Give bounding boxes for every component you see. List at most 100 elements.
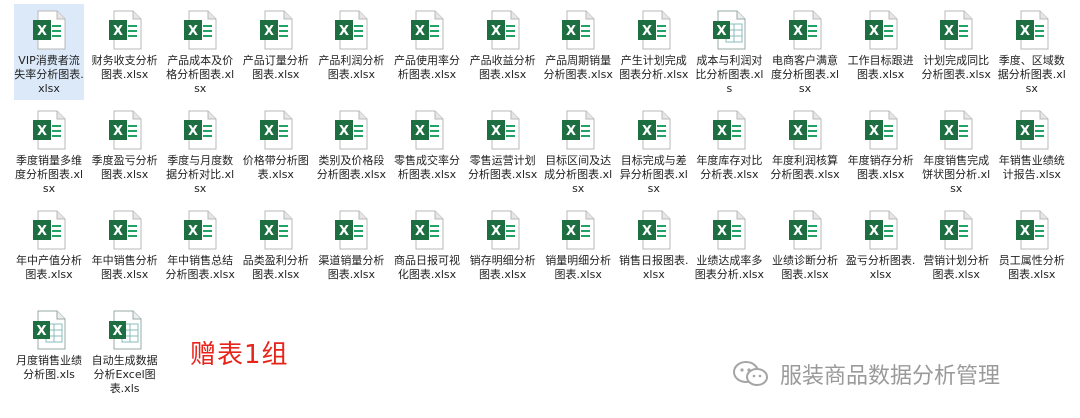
file-item[interactable]: X 零售成交率分析图表.xlsx bbox=[392, 104, 462, 200]
watermark: 服装商品数据分析管理 bbox=[732, 358, 1000, 390]
file-item[interactable]: X 商品日报可视化图表.xlsx bbox=[392, 204, 462, 300]
file-item[interactable]: X 年销售业绩统计报告.xlsx bbox=[997, 104, 1067, 200]
excel-file-icon: X bbox=[712, 210, 746, 250]
file-item[interactable]: X 品类盈利分析图表.xlsx bbox=[241, 204, 311, 300]
file-item[interactable]: X 年度销存分析图表.xlsx bbox=[846, 104, 916, 200]
file-item[interactable]: X 计划完成同比分析图表.xlsx bbox=[921, 4, 991, 100]
file-item[interactable]: X 年中产值分析图表.xlsx bbox=[14, 204, 84, 300]
file-item[interactable]: X 年中销售分析图表.xlsx bbox=[90, 204, 160, 300]
svg-text:X: X bbox=[793, 224, 803, 239]
file-item[interactable]: X 自动生成数据分析Excel图表.xls bbox=[90, 304, 160, 400]
file-name: 年中产值分析图表.xlsx bbox=[16, 254, 82, 281]
excel-file-icon: X bbox=[32, 10, 66, 50]
file-item[interactable]: X 业绩诊断分析图表.xlsx bbox=[770, 204, 840, 300]
file-item[interactable]: X 产品订量分析图表.xlsx bbox=[241, 4, 311, 100]
file-name: 季度盈亏分析图表.xlsx bbox=[91, 154, 158, 181]
excel-file-icon: X bbox=[259, 210, 293, 250]
file-name: 业绩达成率多图表分析.xlsx bbox=[694, 254, 765, 281]
svg-text:X: X bbox=[188, 124, 198, 139]
file-item[interactable]: X 季度与月度数据分析对比.xlsx bbox=[165, 104, 235, 200]
svg-text:X: X bbox=[1020, 24, 1030, 39]
file-item[interactable]: X 年中销售总结分析图表.xlsx bbox=[165, 204, 235, 300]
excel-file-icon: X bbox=[1015, 10, 1049, 50]
file-item[interactable]: X 季度销量多维度分析图表.xlsx bbox=[14, 104, 84, 200]
file-item[interactable]: X 产品使用率分析图表.xlsx bbox=[392, 4, 462, 100]
file-name: 年度利润核算分析图表.xlsx bbox=[770, 154, 840, 181]
file-item[interactable]: X 员工属性分析图表.xlsx bbox=[997, 204, 1067, 300]
svg-text:X: X bbox=[112, 324, 122, 339]
file-item[interactable]: X 月度销售业绩分析图.xls bbox=[14, 304, 84, 400]
file-name: 产品使用率分析图表.xlsx bbox=[394, 54, 460, 81]
svg-text:X: X bbox=[944, 24, 954, 39]
excel-file-icon: X bbox=[183, 210, 217, 250]
file-item[interactable]: X 年度库存对比分析表.xlsx bbox=[694, 104, 764, 200]
svg-text:X: X bbox=[339, 224, 349, 239]
file-item[interactable]: X 营销计划分析图表.xlsx bbox=[921, 204, 991, 300]
excel-file-icon: X bbox=[864, 210, 898, 250]
excel-file-icon: X bbox=[259, 110, 293, 150]
file-item[interactable]: X 销售日报图表.xlsx bbox=[619, 204, 689, 300]
svg-text:X: X bbox=[642, 124, 652, 139]
file-name: 财务收支分析图表.xlsx bbox=[91, 54, 158, 81]
file-item[interactable]: X 产品周期销量分析图表.xlsx bbox=[543, 4, 613, 100]
file-item[interactable]: X 业绩达成率多图表分析.xlsx bbox=[694, 204, 764, 300]
file-item[interactable]: X 渠道销量分析图表.xlsx bbox=[316, 204, 386, 300]
file-item[interactable]: X 电商客户满意度分析图表.xlsx bbox=[770, 4, 840, 100]
file-item[interactable]: X 销存明细分析图表.xlsx bbox=[468, 204, 538, 300]
excel-file-icon: X bbox=[410, 10, 444, 50]
svg-text:X: X bbox=[188, 24, 198, 39]
file-name: 年中销售分析图表.xlsx bbox=[91, 254, 158, 281]
svg-text:X: X bbox=[264, 24, 274, 39]
file-item[interactable]: X 产品成本及价格分析图表.xlsx bbox=[165, 4, 235, 100]
excel-file-icon: X bbox=[334, 210, 368, 250]
file-name: 月度销售业绩分析图.xls bbox=[16, 354, 82, 381]
file-name: 销售日报图表.xlsx bbox=[619, 254, 689, 281]
excel-file-icon: X bbox=[637, 210, 671, 250]
file-name: 年中销售总结分析图表.xlsx bbox=[165, 254, 235, 281]
file-item[interactable]: X 年度利润核算分析图表.xlsx bbox=[770, 104, 840, 200]
file-name: 产品利润分析图表.xlsx bbox=[318, 54, 385, 81]
excel-file-icon: X bbox=[561, 210, 595, 250]
file-item[interactable]: X VIP消费者流失率分析图表.xlsx bbox=[14, 4, 84, 100]
file-item[interactable]: X 工作目标跟进图表.xlsx bbox=[846, 4, 916, 100]
file-name: 销量明细分析图表.xlsx bbox=[545, 254, 612, 281]
svg-text:X: X bbox=[415, 24, 425, 39]
file-item[interactable]: X 盈亏分析图表.xlsx bbox=[846, 204, 916, 300]
file-name: 渠道销量分析图表.xlsx bbox=[318, 254, 385, 281]
svg-text:X: X bbox=[188, 224, 198, 239]
excel-file-icon: X bbox=[334, 10, 368, 50]
file-name: 产品订量分析图表.xlsx bbox=[242, 54, 309, 81]
file-item[interactable]: X 季度盈亏分析图表.xlsx bbox=[90, 104, 160, 200]
file-item[interactable]: X 零售运营计划分析图表.xlsx bbox=[468, 104, 538, 200]
file-item[interactable]: X 产品利润分析图表.xlsx bbox=[316, 4, 386, 100]
file-name: 自动生成数据分析Excel图表.xls bbox=[91, 354, 158, 395]
svg-text:X: X bbox=[415, 224, 425, 239]
excel-file-icon: X bbox=[108, 10, 142, 50]
file-name: 营销计划分析图表.xlsx bbox=[923, 254, 990, 281]
file-name: 产品收益分析图表.xlsx bbox=[469, 54, 536, 81]
file-item[interactable]: X 类别及价格段分析图表.xlsx bbox=[316, 104, 386, 200]
svg-text:X: X bbox=[491, 124, 501, 139]
excel-file-icon: X bbox=[637, 110, 671, 150]
svg-text:X: X bbox=[339, 124, 349, 139]
file-item[interactable]: X 季度、区域数据分析图表.xlsx bbox=[997, 4, 1067, 100]
svg-text:X: X bbox=[264, 124, 274, 139]
file-item[interactable]: X 销量明细分析图表.xlsx bbox=[543, 204, 613, 300]
svg-text:X: X bbox=[793, 124, 803, 139]
file-item[interactable]: X 价格带分析图表.xlsx bbox=[241, 104, 311, 200]
file-item[interactable]: X 财务收支分析图表.xlsx bbox=[90, 4, 160, 100]
svg-text:X: X bbox=[717, 24, 727, 39]
file-item[interactable]: X 目标区间及达成分析图表.xlsx bbox=[543, 104, 613, 200]
excel-file-icon: X bbox=[561, 110, 595, 150]
file-item[interactable]: X 产生计划完成图表分析.xlsx bbox=[619, 4, 689, 100]
excel-file-icon: X bbox=[183, 10, 217, 50]
file-name: 年度销售完成饼状图分析.xlsx bbox=[922, 154, 991, 195]
file-item[interactable]: X 成本与利润对比分析图表.xls bbox=[694, 4, 764, 100]
excel-file-icon: X bbox=[1015, 110, 1049, 150]
svg-text:X: X bbox=[869, 224, 879, 239]
file-item[interactable]: X 年度销售完成饼状图分析.xlsx bbox=[921, 104, 991, 200]
excel-file-icon: X bbox=[32, 110, 66, 150]
file-item[interactable]: X 目标完成与差异分析图表.xlsx bbox=[619, 104, 689, 200]
file-item[interactable]: X 产品收益分析图表.xlsx bbox=[468, 4, 538, 100]
svg-text:X: X bbox=[37, 124, 47, 139]
